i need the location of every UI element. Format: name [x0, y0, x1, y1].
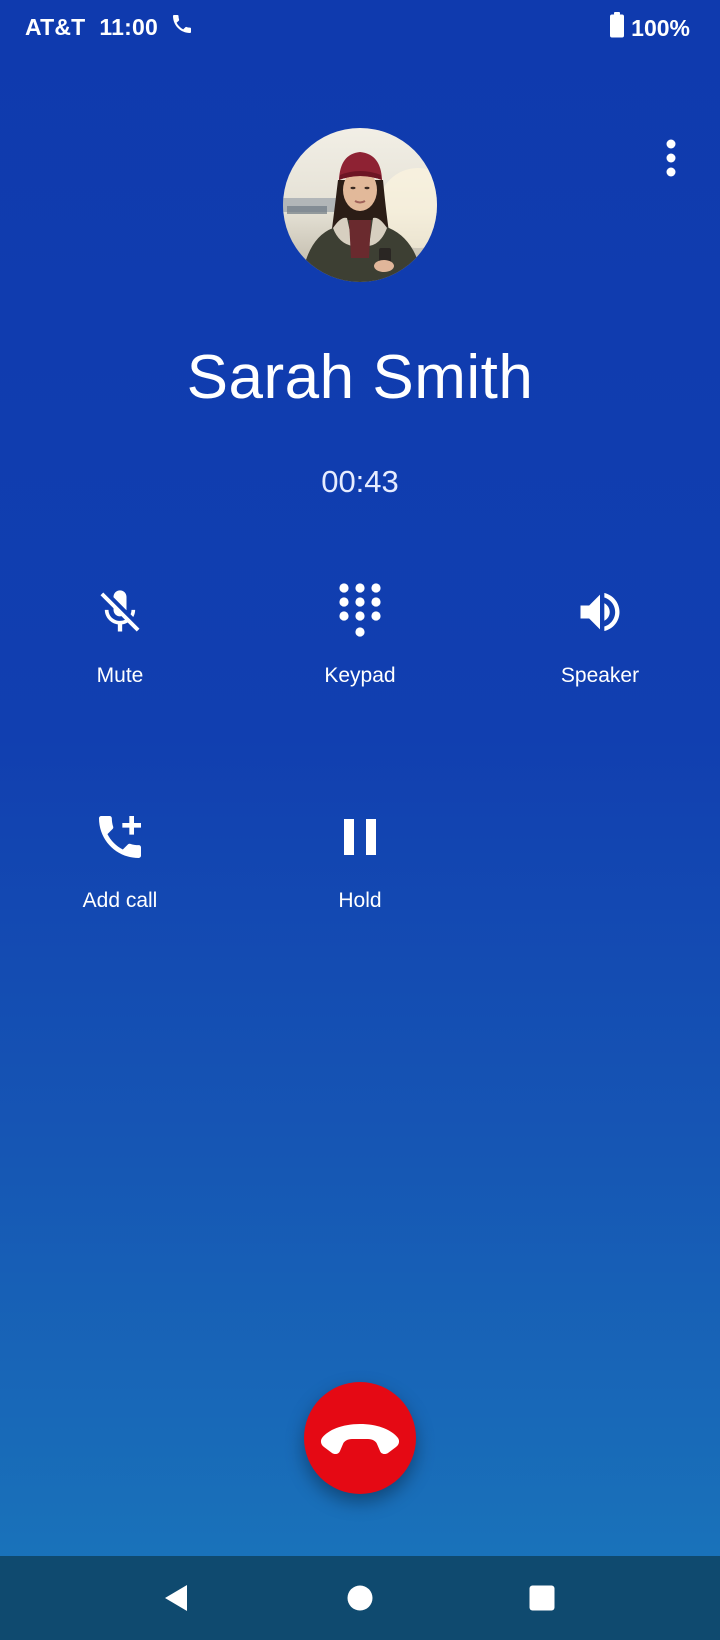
pause-icon	[330, 807, 390, 867]
end-call-button[interactable]	[304, 1382, 416, 1494]
status-bar: AT&T 11:00 100%	[0, 0, 720, 56]
contact-name: Sarah Smith	[186, 343, 534, 412]
contact-avatar	[283, 128, 437, 282]
status-right: 100%	[609, 12, 690, 44]
add-call-label: Add call	[82, 889, 158, 912]
add-call-icon	[90, 807, 150, 867]
dialpad-icon	[330, 582, 390, 642]
more-vert-icon	[666, 139, 676, 177]
back-icon	[165, 1585, 187, 1611]
speaker-label: Speaker	[560, 664, 640, 687]
recents-icon	[529, 1585, 555, 1611]
speaker-button[interactable]: Speaker	[490, 582, 710, 742]
add-call-button[interactable]: Add call	[10, 807, 230, 967]
navigation-bar	[0, 1556, 720, 1640]
back-button[interactable]	[152, 1574, 200, 1622]
carrier-label: AT&T	[25, 13, 86, 40]
in-call-screen: AT&T 11:00 100% Sarah Smith 00:43 Mute K…	[0, 0, 720, 1640]
home-icon	[347, 1585, 373, 1611]
mute-label: Mute	[96, 664, 144, 687]
home-button[interactable]	[336, 1574, 384, 1622]
recents-button[interactable]	[518, 1574, 566, 1622]
call-duration: 00:43	[321, 464, 399, 499]
status-left: AT&T 11:00	[25, 12, 194, 42]
battery-icon	[609, 12, 625, 44]
volume-icon	[570, 582, 630, 642]
hold-label: Hold	[338, 889, 382, 912]
call-end-icon	[320, 1424, 400, 1455]
status-time: 11:00	[99, 13, 158, 40]
mute-button[interactable]: Mute	[10, 582, 230, 742]
keypad-label: Keypad	[324, 664, 396, 687]
more-options-button[interactable]	[651, 130, 691, 186]
mic-off-icon	[90, 582, 150, 642]
phone-icon	[170, 12, 194, 42]
hold-button[interactable]: Hold	[250, 807, 470, 967]
keypad-button[interactable]: Keypad	[250, 582, 470, 742]
battery-percent: 100%	[631, 14, 690, 41]
